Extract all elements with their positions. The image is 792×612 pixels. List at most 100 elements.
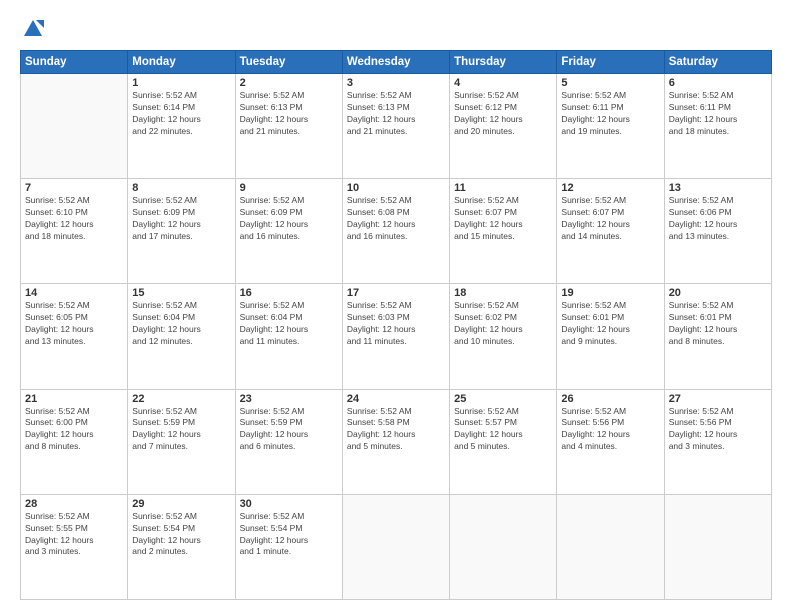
weekday-header-cell: Monday — [128, 51, 235, 74]
day-info: Sunrise: 5:52 AM Sunset: 6:03 PM Dayligh… — [347, 300, 445, 348]
calendar-cell: 5Sunrise: 5:52 AM Sunset: 6:11 PM Daylig… — [557, 74, 664, 179]
day-info: Sunrise: 5:52 AM Sunset: 6:05 PM Dayligh… — [25, 300, 123, 348]
day-number: 11 — [454, 182, 552, 194]
day-info: Sunrise: 5:52 AM Sunset: 5:58 PM Dayligh… — [347, 406, 445, 454]
weekday-header-row: SundayMondayTuesdayWednesdayThursdayFrid… — [21, 51, 772, 74]
weekday-header-cell: Friday — [557, 51, 664, 74]
day-info: Sunrise: 5:52 AM Sunset: 6:01 PM Dayligh… — [561, 300, 659, 348]
weekday-header-cell: Wednesday — [342, 51, 449, 74]
day-info: Sunrise: 5:52 AM Sunset: 6:11 PM Dayligh… — [669, 90, 767, 138]
day-number: 24 — [347, 393, 445, 405]
calendar-cell: 3Sunrise: 5:52 AM Sunset: 6:13 PM Daylig… — [342, 74, 449, 179]
day-number: 30 — [240, 498, 338, 510]
calendar-body: 1Sunrise: 5:52 AM Sunset: 6:14 PM Daylig… — [21, 74, 772, 600]
header — [20, 18, 772, 40]
page: SundayMondayTuesdayWednesdayThursdayFrid… — [0, 0, 792, 612]
day-number: 26 — [561, 393, 659, 405]
day-number: 9 — [240, 182, 338, 194]
calendar-cell — [21, 74, 128, 179]
calendar-cell: 8Sunrise: 5:52 AM Sunset: 6:09 PM Daylig… — [128, 179, 235, 284]
weekday-header-cell: Saturday — [664, 51, 771, 74]
day-number: 28 — [25, 498, 123, 510]
calendar-cell: 10Sunrise: 5:52 AM Sunset: 6:08 PM Dayli… — [342, 179, 449, 284]
day-number: 21 — [25, 393, 123, 405]
day-number: 19 — [561, 287, 659, 299]
day-info: Sunrise: 5:52 AM Sunset: 5:56 PM Dayligh… — [561, 406, 659, 454]
calendar-cell: 21Sunrise: 5:52 AM Sunset: 6:00 PM Dayli… — [21, 389, 128, 494]
day-info: Sunrise: 5:52 AM Sunset: 6:09 PM Dayligh… — [240, 195, 338, 243]
day-number: 17 — [347, 287, 445, 299]
calendar-cell: 7Sunrise: 5:52 AM Sunset: 6:10 PM Daylig… — [21, 179, 128, 284]
day-info: Sunrise: 5:52 AM Sunset: 6:10 PM Dayligh… — [25, 195, 123, 243]
day-number: 2 — [240, 77, 338, 89]
day-info: Sunrise: 5:52 AM Sunset: 5:54 PM Dayligh… — [240, 511, 338, 559]
day-number: 8 — [132, 182, 230, 194]
calendar-cell — [664, 494, 771, 599]
day-info: Sunrise: 5:52 AM Sunset: 6:02 PM Dayligh… — [454, 300, 552, 348]
day-number: 5 — [561, 77, 659, 89]
day-number: 20 — [669, 287, 767, 299]
calendar-week-row: 7Sunrise: 5:52 AM Sunset: 6:10 PM Daylig… — [21, 179, 772, 284]
day-number: 10 — [347, 182, 445, 194]
day-info: Sunrise: 5:52 AM Sunset: 6:01 PM Dayligh… — [669, 300, 767, 348]
day-info: Sunrise: 5:52 AM Sunset: 5:59 PM Dayligh… — [240, 406, 338, 454]
calendar-cell: 16Sunrise: 5:52 AM Sunset: 6:04 PM Dayli… — [235, 284, 342, 389]
day-number: 15 — [132, 287, 230, 299]
calendar-cell — [557, 494, 664, 599]
day-number: 18 — [454, 287, 552, 299]
day-number: 27 — [669, 393, 767, 405]
calendar-cell: 11Sunrise: 5:52 AM Sunset: 6:07 PM Dayli… — [450, 179, 557, 284]
calendar-cell: 4Sunrise: 5:52 AM Sunset: 6:12 PM Daylig… — [450, 74, 557, 179]
day-number: 3 — [347, 77, 445, 89]
day-number: 23 — [240, 393, 338, 405]
calendar-cell — [450, 494, 557, 599]
day-number: 29 — [132, 498, 230, 510]
day-info: Sunrise: 5:52 AM Sunset: 6:00 PM Dayligh… — [25, 406, 123, 454]
calendar-week-row: 1Sunrise: 5:52 AM Sunset: 6:14 PM Daylig… — [21, 74, 772, 179]
day-info: Sunrise: 5:52 AM Sunset: 6:13 PM Dayligh… — [347, 90, 445, 138]
day-info: Sunrise: 5:52 AM Sunset: 6:09 PM Dayligh… — [132, 195, 230, 243]
day-info: Sunrise: 5:52 AM Sunset: 6:12 PM Dayligh… — [454, 90, 552, 138]
calendar-cell: 13Sunrise: 5:52 AM Sunset: 6:06 PM Dayli… — [664, 179, 771, 284]
day-number: 13 — [669, 182, 767, 194]
day-number: 25 — [454, 393, 552, 405]
calendar-cell: 17Sunrise: 5:52 AM Sunset: 6:03 PM Dayli… — [342, 284, 449, 389]
day-info: Sunrise: 5:52 AM Sunset: 6:08 PM Dayligh… — [347, 195, 445, 243]
calendar-cell: 6Sunrise: 5:52 AM Sunset: 6:11 PM Daylig… — [664, 74, 771, 179]
weekday-header-cell: Tuesday — [235, 51, 342, 74]
weekday-header-cell: Sunday — [21, 51, 128, 74]
day-info: Sunrise: 5:52 AM Sunset: 5:59 PM Dayligh… — [132, 406, 230, 454]
day-number: 1 — [132, 77, 230, 89]
calendar-cell: 22Sunrise: 5:52 AM Sunset: 5:59 PM Dayli… — [128, 389, 235, 494]
day-info: Sunrise: 5:52 AM Sunset: 5:55 PM Dayligh… — [25, 511, 123, 559]
day-info: Sunrise: 5:52 AM Sunset: 5:57 PM Dayligh… — [454, 406, 552, 454]
day-info: Sunrise: 5:52 AM Sunset: 5:54 PM Dayligh… — [132, 511, 230, 559]
day-info: Sunrise: 5:52 AM Sunset: 6:04 PM Dayligh… — [132, 300, 230, 348]
calendar-cell: 9Sunrise: 5:52 AM Sunset: 6:09 PM Daylig… — [235, 179, 342, 284]
calendar-cell: 30Sunrise: 5:52 AM Sunset: 5:54 PM Dayli… — [235, 494, 342, 599]
day-info: Sunrise: 5:52 AM Sunset: 6:11 PM Dayligh… — [561, 90, 659, 138]
day-info: Sunrise: 5:52 AM Sunset: 6:06 PM Dayligh… — [669, 195, 767, 243]
day-number: 16 — [240, 287, 338, 299]
calendar-cell: 1Sunrise: 5:52 AM Sunset: 6:14 PM Daylig… — [128, 74, 235, 179]
day-number: 4 — [454, 77, 552, 89]
weekday-header-cell: Thursday — [450, 51, 557, 74]
calendar-cell: 2Sunrise: 5:52 AM Sunset: 6:13 PM Daylig… — [235, 74, 342, 179]
calendar-cell: 25Sunrise: 5:52 AM Sunset: 5:57 PM Dayli… — [450, 389, 557, 494]
calendar-cell: 14Sunrise: 5:52 AM Sunset: 6:05 PM Dayli… — [21, 284, 128, 389]
calendar-cell: 20Sunrise: 5:52 AM Sunset: 6:01 PM Dayli… — [664, 284, 771, 389]
calendar-week-row: 28Sunrise: 5:52 AM Sunset: 5:55 PM Dayli… — [21, 494, 772, 599]
day-info: Sunrise: 5:52 AM Sunset: 6:07 PM Dayligh… — [561, 195, 659, 243]
day-number: 12 — [561, 182, 659, 194]
calendar-cell: 28Sunrise: 5:52 AM Sunset: 5:55 PM Dayli… — [21, 494, 128, 599]
day-number: 14 — [25, 287, 123, 299]
day-number: 7 — [25, 182, 123, 194]
calendar-cell: 24Sunrise: 5:52 AM Sunset: 5:58 PM Dayli… — [342, 389, 449, 494]
day-info: Sunrise: 5:52 AM Sunset: 6:13 PM Dayligh… — [240, 90, 338, 138]
day-info: Sunrise: 5:52 AM Sunset: 5:56 PM Dayligh… — [669, 406, 767, 454]
calendar-week-row: 14Sunrise: 5:52 AM Sunset: 6:05 PM Dayli… — [21, 284, 772, 389]
calendar-cell: 26Sunrise: 5:52 AM Sunset: 5:56 PM Dayli… — [557, 389, 664, 494]
day-info: Sunrise: 5:52 AM Sunset: 6:04 PM Dayligh… — [240, 300, 338, 348]
calendar-week-row: 21Sunrise: 5:52 AM Sunset: 6:00 PM Dayli… — [21, 389, 772, 494]
day-number: 22 — [132, 393, 230, 405]
